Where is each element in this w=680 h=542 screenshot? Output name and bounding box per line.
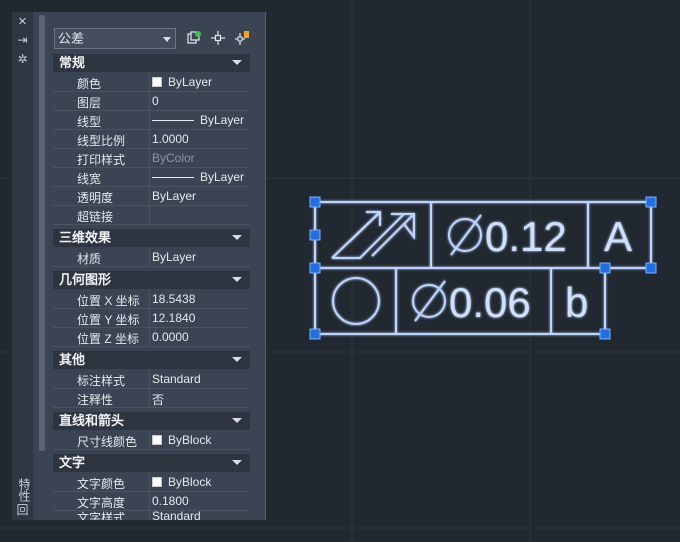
feature-control-frame[interactable]: 0.12 A 0.06 b: [0, 0, 680, 542]
fcf-row1-datum: A: [604, 213, 632, 260]
fcf-row1-frame: [314, 201, 652, 269]
fcf-row1-tolerance: 0.12: [485, 213, 567, 260]
grip-handle[interactable]: [309, 229, 321, 241]
grip-handle[interactable]: [645, 262, 657, 274]
grip-handle[interactable]: [645, 196, 657, 208]
grip-handle[interactable]: [309, 262, 321, 274]
diameter-symbol-icon: [412, 280, 446, 322]
grip-handle[interactable]: [599, 328, 611, 340]
fcf-row2-datum: b: [565, 279, 588, 326]
grip-handle[interactable]: [599, 262, 611, 274]
diameter-symbol-icon: [448, 214, 482, 256]
grip-handle[interactable]: [309, 328, 321, 340]
fcf-row2-tolerance: 0.06: [449, 279, 531, 326]
circularity-symbol-icon: [332, 277, 380, 325]
angularity-symbol-icon: [331, 211, 415, 259]
grip-handle[interactable]: [309, 196, 321, 208]
